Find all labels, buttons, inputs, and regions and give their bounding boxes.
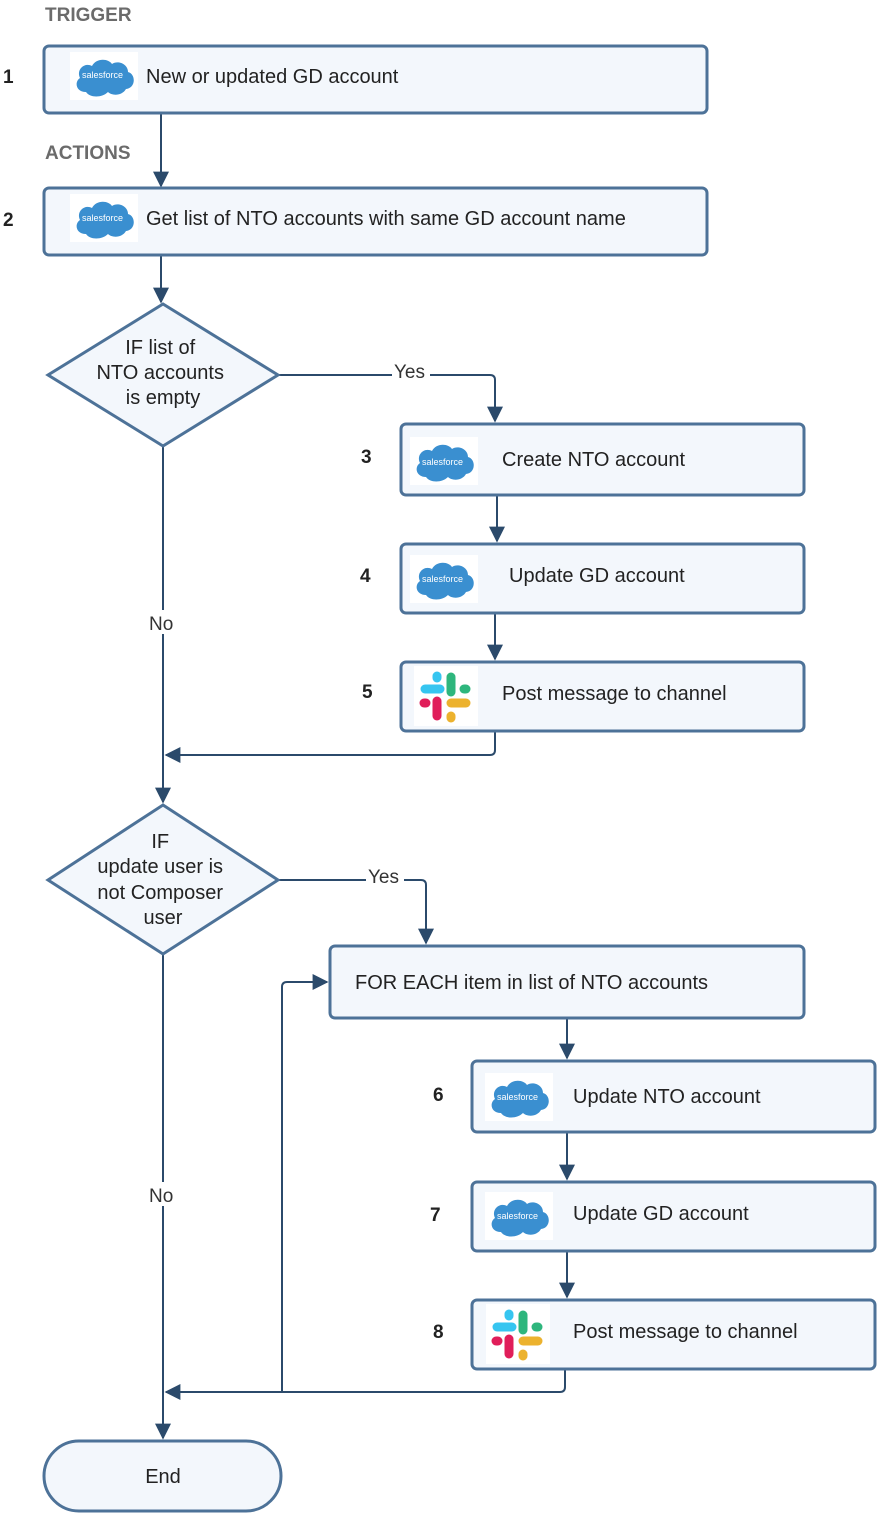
step-number: 5	[362, 682, 373, 703]
svg-text:salesforce: salesforce	[497, 1211, 538, 1221]
step-number: 6	[433, 1085, 444, 1106]
step-label: Post message to channel	[502, 683, 727, 705]
step-4[interactable]: 4 salesforce Update GD account	[360, 542, 806, 615]
step-3[interactable]: 3 salesforce Create NTO account	[361, 422, 806, 497]
end-label: End	[145, 1466, 181, 1488]
salesforce-icon: salesforce	[70, 52, 138, 100]
salesforce-icon: salesforce	[410, 437, 478, 485]
salesforce-icon: salesforce	[485, 1192, 553, 1240]
step-6[interactable]: 6 salesforce Update NTO account	[433, 1059, 877, 1134]
trigger-heading: TRIGGER	[45, 5, 132, 26]
svg-text:salesforce: salesforce	[497, 1092, 538, 1102]
svg-text:salesforce: salesforce	[422, 574, 463, 584]
decision-list-empty[interactable]: IF list of NTO accounts is empty	[45, 302, 281, 448]
svg-text:salesforce: salesforce	[82, 70, 123, 80]
step-label: Create NTO account	[502, 449, 685, 471]
step-1[interactable]: 1 salesforce New or updated GD account	[3, 44, 709, 115]
salesforce-icon: salesforce	[70, 194, 138, 242]
step-label: Update NTO account	[573, 1086, 761, 1108]
loop-label: FOR EACH item in list of NTO accounts	[355, 972, 708, 994]
flowchart: TRIGGER ACTIONS Yes No Yes No 1 salesfor…	[3, 5, 877, 1513]
step-7[interactable]: 7 salesforce Update GD account	[430, 1180, 877, 1253]
salesforce-icon: salesforce	[485, 1073, 553, 1121]
step-number: 3	[361, 447, 372, 468]
step-label: Update GD account	[573, 1203, 749, 1225]
no-label: No	[149, 1186, 173, 1207]
svg-text:salesforce: salesforce	[422, 457, 463, 467]
slack-icon	[414, 666, 478, 726]
for-each-loop[interactable]: FOR EACH item in list of NTO accounts	[328, 944, 806, 1020]
svg-text:salesforce: salesforce	[82, 213, 123, 223]
decision-not-composer-user[interactable]: IF update user is not Composer user	[45, 803, 281, 956]
step-number: 2	[3, 210, 14, 231]
yes-label: Yes	[368, 867, 399, 888]
step-number: 4	[360, 566, 371, 587]
step-label: Update GD account	[509, 565, 685, 587]
end-terminal[interactable]: End	[42, 1439, 283, 1513]
step-8[interactable]: 8 Post message to channel	[433, 1298, 877, 1371]
actions-heading: ACTIONS	[45, 143, 131, 164]
step-number: 7	[430, 1205, 441, 1226]
slack-icon	[486, 1304, 550, 1364]
step-number: 1	[3, 67, 14, 88]
step-label: New or updated GD account	[146, 66, 399, 88]
salesforce-icon: salesforce	[410, 555, 478, 603]
step-5[interactable]: 5 Post message to channel	[362, 660, 806, 733]
yes-label: Yes	[394, 362, 425, 383]
no-label: No	[149, 614, 173, 635]
step-number: 8	[433, 1322, 444, 1343]
step-label: Post message to channel	[573, 1321, 798, 1343]
step-label: Get list of NTO accounts with same GD ac…	[146, 208, 626, 230]
step-2[interactable]: 2 salesforce Get list of NTO accounts wi…	[3, 186, 709, 257]
